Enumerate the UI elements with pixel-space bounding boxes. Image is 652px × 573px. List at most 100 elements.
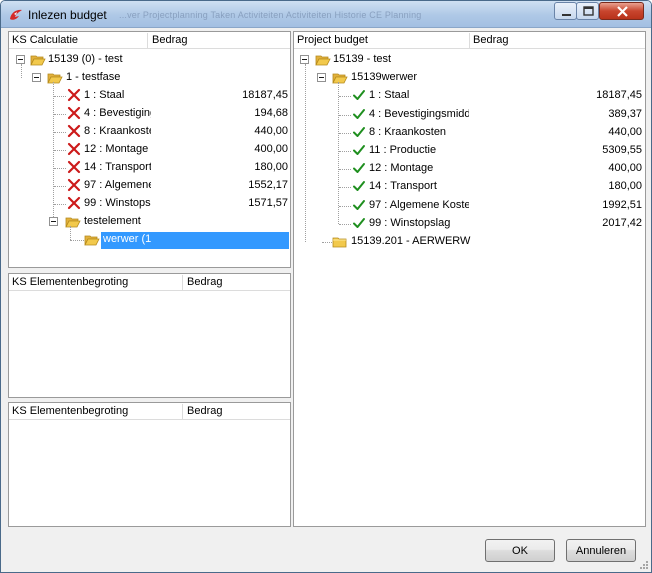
close-button[interactable]: [599, 2, 644, 20]
tree-node-root[interactable]: 15139 (0) - test: [9, 51, 290, 69]
amount-value: 18187,45: [596, 89, 642, 102]
background-tabs-text: ...ver Projectplanning Taken Activiteite…: [119, 10, 422, 20]
amount-value: 1571,57: [248, 197, 288, 209]
collapse-toggle-icon[interactable]: [16, 55, 25, 64]
check-icon: [352, 179, 366, 196]
folder-open-icon: [332, 70, 348, 89]
collapse-toggle-icon[interactable]: [32, 73, 41, 82]
app-logo-icon: [8, 7, 24, 23]
title-bar[interactable]: Inlezen budget ...ver Projectplanning Ta…: [1, 1, 651, 28]
tree-node-phase[interactable]: 1 - testfase: [9, 69, 290, 87]
check-icon: [352, 161, 366, 178]
col-header-amount[interactable]: Bedrag: [473, 34, 508, 46]
collapse-toggle-icon[interactable]: [317, 73, 326, 83]
check-icon: [352, 125, 366, 142]
tree-node-budget-item[interactable]: 12 : Montage 400,00: [9, 141, 290, 159]
resize-grip-icon[interactable]: [638, 559, 649, 570]
tree-node-budget-item[interactable]: 14 : Transport 180,00: [9, 159, 290, 177]
folder-open-icon: [84, 232, 100, 251]
col-header-name[interactable]: Project budget: [297, 34, 368, 46]
amount-value: 2017,42: [602, 216, 642, 229]
col-header-name[interactable]: KS Calculatie: [12, 34, 78, 46]
close-icon: [617, 6, 628, 17]
col-header-amount[interactable]: Bedrag: [187, 276, 222, 288]
collapse-toggle-icon[interactable]: [49, 217, 58, 226]
tree-node-second-root[interactable]: 15139.201 - AERWERW: [294, 233, 645, 251]
check-icon: [352, 88, 366, 105]
tree-node-budget-item[interactable]: 1 : Staal 18187,45: [9, 87, 290, 105]
cross-icon: [67, 106, 81, 123]
project-budget-header: Project budget Bedrag: [294, 32, 645, 49]
tree-node-label: 15139 (0) - test: [48, 53, 123, 65]
tree-node-label: 8 : Kraankosten: [369, 125, 447, 138]
maximize-icon: [583, 6, 594, 16]
cross-icon: [67, 160, 81, 177]
tree-node-label: 14 : Transport: [369, 180, 437, 193]
tree-node-budget-item[interactable]: 4 : Bevestiging 194,68: [9, 105, 290, 123]
tree-node-label: 99 : Winstopslag: [369, 216, 451, 229]
tree-node-label: 99 : Winstops: [84, 197, 151, 209]
minimize-button[interactable]: [554, 2, 577, 20]
amount-value: 389,37: [608, 107, 642, 120]
tree-node-label: 1 : Staal: [84, 89, 125, 101]
cross-icon: [67, 142, 81, 159]
tree-node-label: 15139werwer: [351, 71, 418, 84]
tree-node-label: 97 : Algemene Koster: [369, 198, 469, 211]
amount-value: 5309,55: [602, 144, 642, 156]
cross-icon: [67, 88, 81, 105]
ks-elementen-header-2: KS Elementenbegroting Bedrag: [9, 403, 290, 420]
tree-node-label: 14 : Transport: [84, 161, 151, 173]
maximize-button[interactable]: [576, 2, 599, 20]
collapse-toggle-icon[interactable]: [300, 55, 309, 64]
ks-calculatie-header: KS Calculatie Bedrag: [9, 32, 290, 49]
amount-value: 400,00: [254, 143, 288, 155]
tree-node-label: testelement: [84, 215, 141, 227]
ks-elementen-header-1: KS Elementenbegroting Bedrag: [9, 274, 290, 291]
tree-node-label: 1 : Staal: [369, 89, 410, 102]
tree-node-budget-item[interactable]: 8 : Kraankoste 440,00: [9, 123, 290, 141]
dialog-window: Inlezen budget ...ver Projectplanning Ta…: [0, 0, 652, 573]
check-icon: [352, 143, 366, 160]
col-header-amount[interactable]: Bedrag: [152, 34, 187, 46]
col-header-name[interactable]: KS Elementenbegroting: [12, 276, 128, 288]
cross-icon: [67, 124, 81, 141]
ks-elementen-list-1[interactable]: KS Elementenbegroting Bedrag: [8, 273, 291, 398]
amount-value: 1552,17: [248, 179, 288, 191]
ks-calculatie-tree[interactable]: KS Calculatie Bedrag 15139 (0) - test 1 -…: [8, 31, 291, 268]
cross-icon: [67, 178, 81, 195]
folder-open-icon: [65, 214, 81, 233]
tree-node-selected[interactable]: werwer (1: [84, 232, 289, 249]
window-title: Inlezen budget: [28, 8, 107, 22]
amount-value: 440,00: [254, 125, 288, 137]
tree-node-budget-item[interactable]: 99 : Winstops 1571,57: [9, 195, 290, 213]
tree-node-label: werwer (1: [103, 233, 152, 245]
folder-icon: [332, 234, 348, 253]
amount-value: 440,00: [608, 125, 642, 138]
col-header-name[interactable]: KS Elementenbegroting: [12, 405, 128, 417]
tree-node-label: 15139 - test: [333, 53, 392, 65]
amount-value: 18187,45: [242, 89, 288, 101]
ok-button[interactable]: OK: [485, 539, 555, 562]
tree-node-root[interactable]: 15139 - test: [294, 51, 645, 69]
amount-value: 180,00: [254, 161, 288, 173]
cross-icon: [67, 196, 81, 213]
tree-node-label: 97 : Algemene: [84, 179, 151, 191]
project-budget-tree[interactable]: Project budget Bedrag 15139 - test 15139w…: [293, 31, 646, 527]
ks-elementen-list-2[interactable]: KS Elementenbegroting Bedrag: [8, 402, 291, 527]
check-icon: [352, 216, 366, 233]
amount-value: 400,00: [608, 162, 642, 175]
tree-node-label: 12 : Montage: [369, 162, 434, 175]
check-icon: [352, 107, 366, 124]
amount-value: 1992,51: [602, 198, 642, 211]
tree-node-label: 4 : Bevestigingsmidde: [369, 107, 469, 120]
check-icon: [352, 198, 366, 215]
tree-node-label: 12 : Montage: [84, 143, 149, 155]
col-header-amount[interactable]: Bedrag: [187, 405, 222, 417]
tree-node-label: 4 : Bevestiging: [84, 107, 151, 119]
tree-node-group[interactable]: 15139werwer: [294, 69, 645, 87]
tree-node-budget-item[interactable]: 97 : Algemene 1552,17: [9, 177, 290, 195]
minimize-icon: [562, 14, 571, 16]
cancel-button[interactable]: Annuleren: [566, 539, 636, 562]
folder-open-icon: [315, 52, 331, 71]
tree-node-label: 11 : Productie: [369, 144, 437, 156]
